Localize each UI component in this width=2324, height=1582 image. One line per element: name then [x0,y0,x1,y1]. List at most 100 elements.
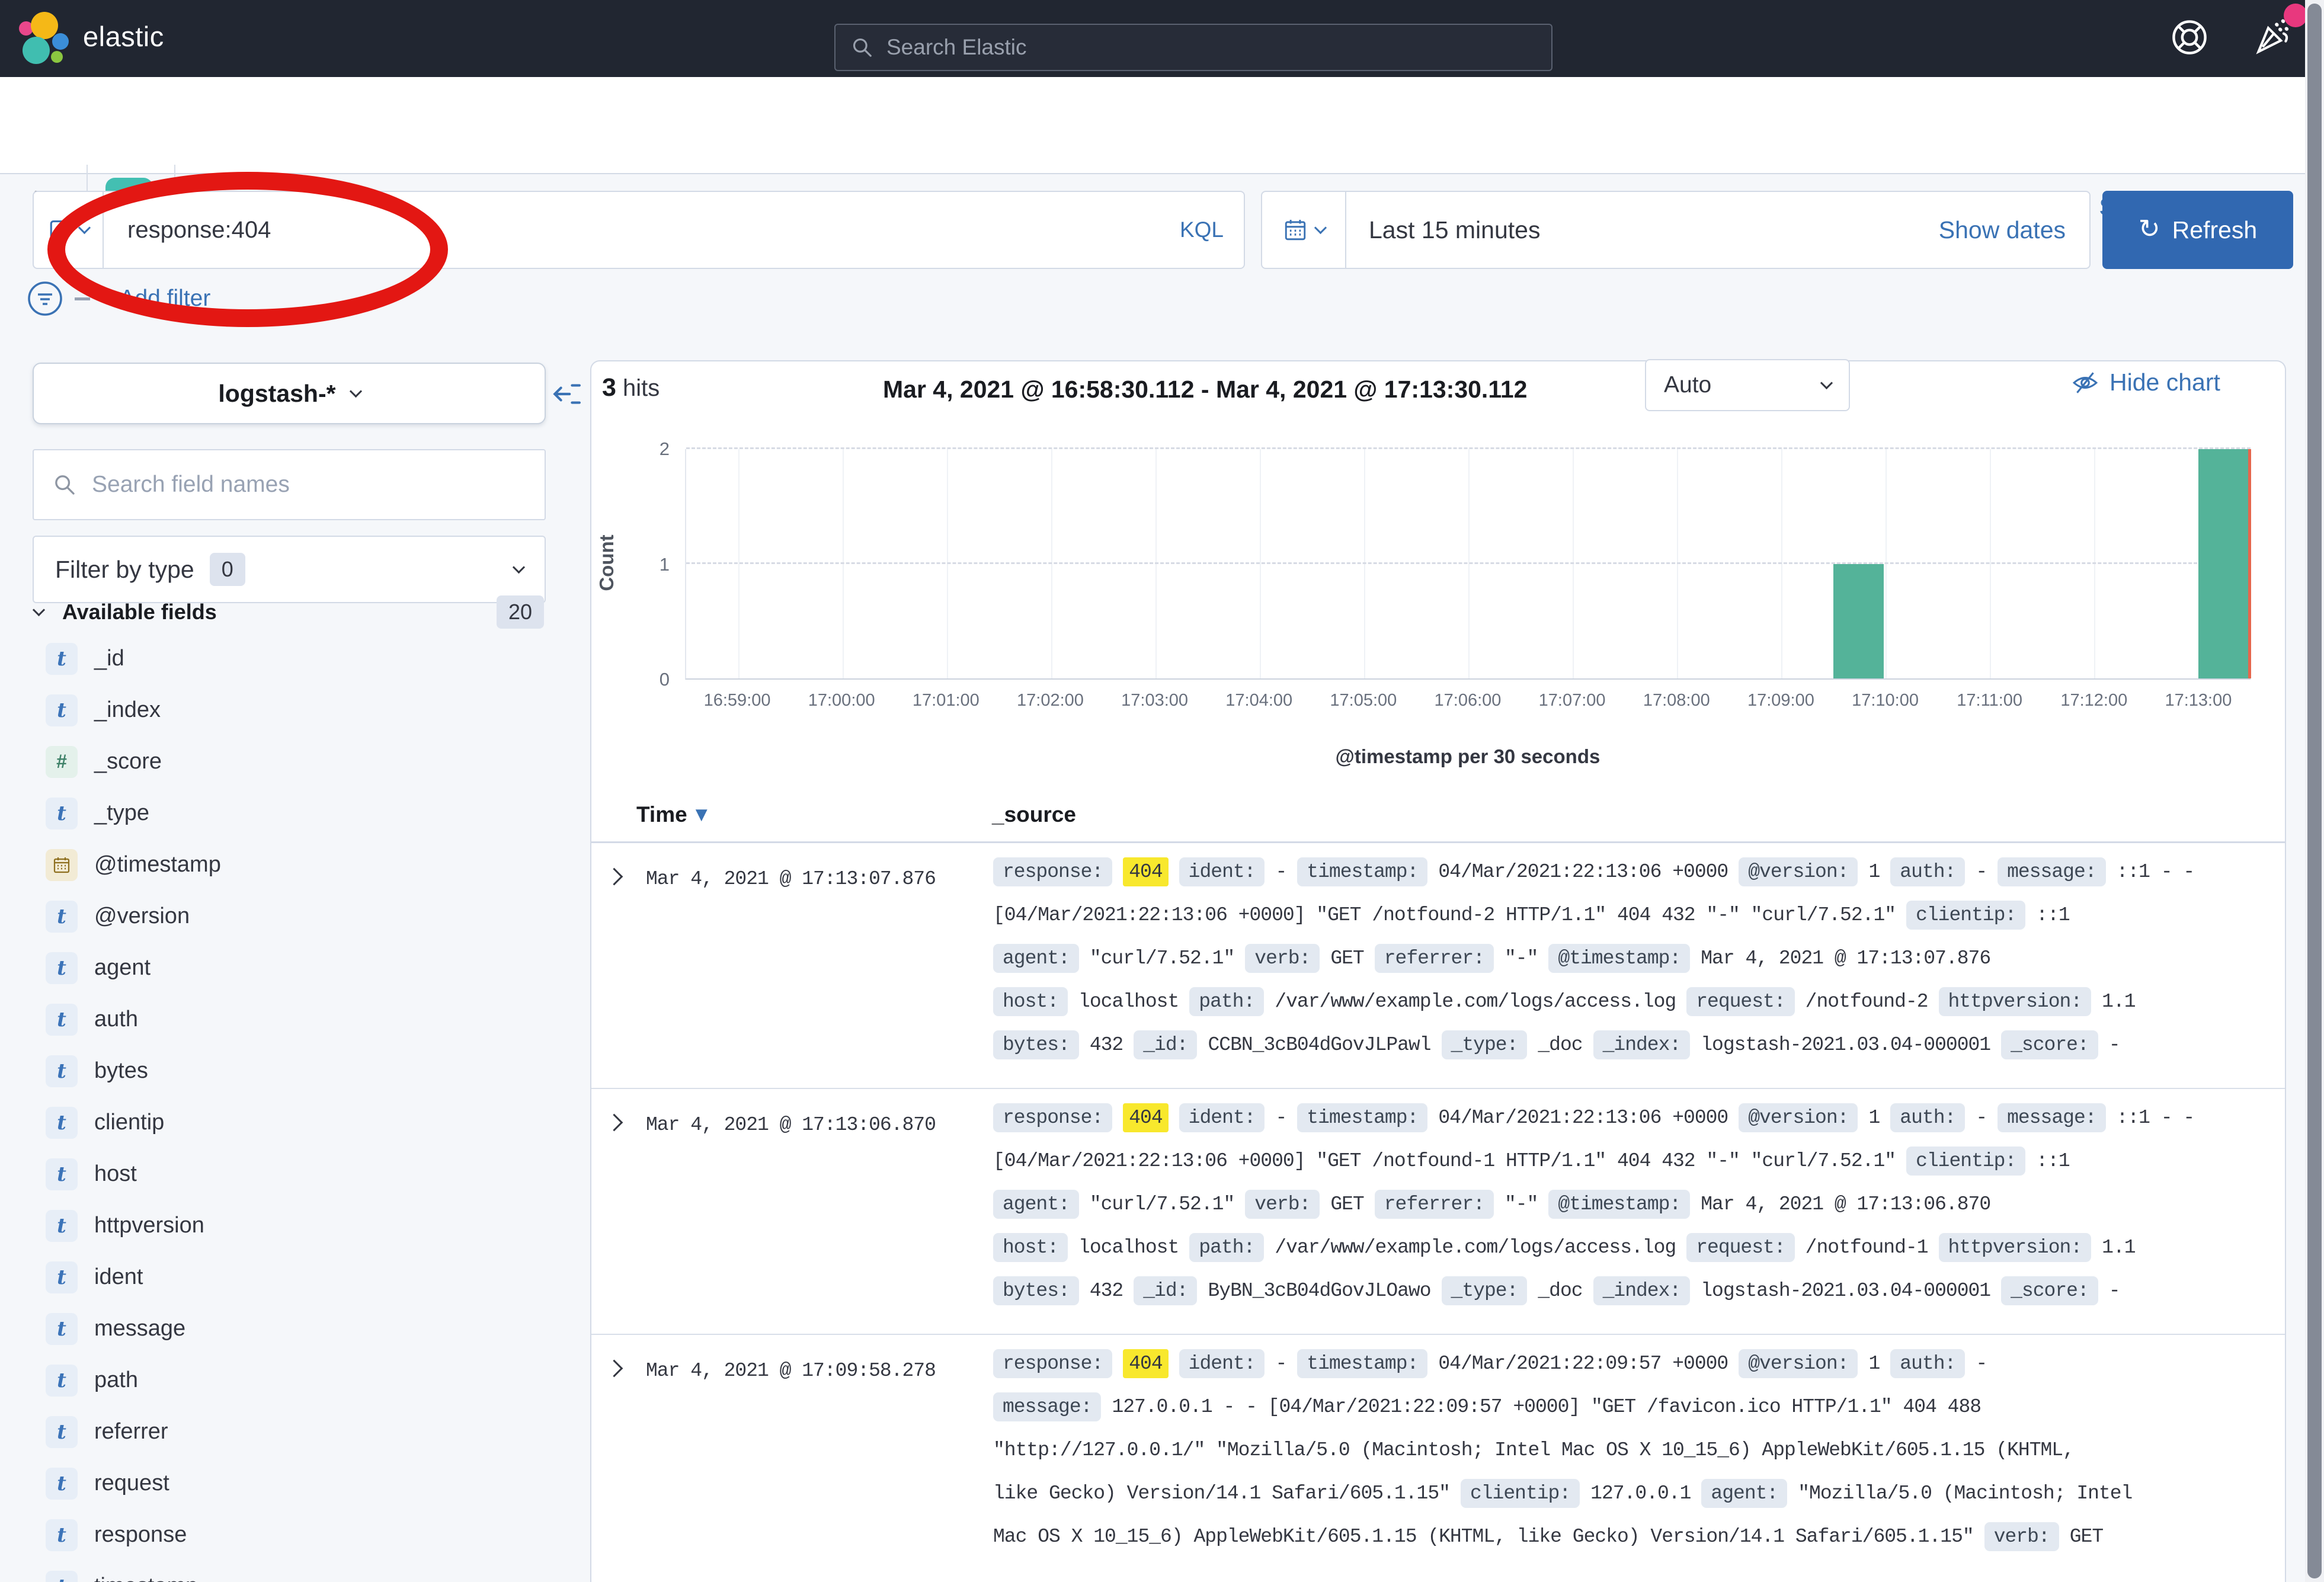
sort-desc-icon[interactable]: ▼ [696,806,708,824]
available-fields-toggle[interactable]: Available fields 20 [34,594,544,630]
field-name: message [94,1316,185,1341]
x-tick-label: 17:04:00 [1225,691,1292,710]
field-search-input[interactable]: Search field names [33,449,546,520]
field-badge: timestamp: [1297,857,1427,886]
field-item-agent[interactable]: tagent [33,942,554,994]
text-type-icon: t [46,694,78,726]
field-badge: verb: [1984,1522,2059,1551]
help-icon[interactable] [2171,19,2208,56]
field-item-response[interactable]: tresponse [33,1509,554,1561]
field-item-@timestamp[interactable]: @timestamp [33,839,554,891]
field-badge: verb: [1245,1190,1320,1219]
expand-doc-icon[interactable] [606,868,623,886]
field-item-referrer[interactable]: treferrer [33,1406,554,1458]
highlighted-value: 404 [1123,857,1168,886]
x-axis-ticks: 16:59:0017:00:0017:01:0017:02:0017:03:00… [685,691,2251,715]
field-badge: verb: [1245,944,1320,973]
field-value: ::1 - - [2117,1107,2195,1129]
filter-by-type-dropdown[interactable]: Filter by type 0 [33,536,546,603]
field-item-_type[interactable]: t_type [33,787,554,839]
field-value: CCBN_3cB04dGovJLPawl [1208,1034,1430,1056]
field-item-_index[interactable]: t_index [33,684,554,736]
x-tick-label: 17:09:00 [1747,691,1814,710]
field-value: 1.1 [2102,1237,2135,1258]
highlighted-value: 404 [1123,1103,1168,1132]
field-item-request[interactable]: trequest [33,1458,554,1509]
field-badge: path: [1189,1233,1264,1262]
field-value: ::1 - - [2117,861,2195,883]
x-tick-label: 17:13:00 [2165,691,2232,710]
field-name: @timestamp [94,852,221,878]
x-tick-label: 17:00:00 [808,691,875,710]
field-item-timestamp[interactable]: ttimestamp [33,1561,554,1582]
field-name: _id [94,646,124,671]
interval-select[interactable]: Auto [1645,359,1850,411]
field-value: [04/Mar/2021:22:13:06 +0000] "GET /notfo… [993,1150,1896,1172]
field-item-ident[interactable]: tident [33,1251,554,1303]
scrollbar-thumb[interactable] [2307,4,2322,1578]
histogram-chart[interactable] [685,449,2251,680]
column-header-source[interactable]: _source [992,802,1076,827]
histogram-bar-17:09:30[interactable] [1833,564,1884,679]
field-item-@version[interactable]: t@version [33,891,554,942]
field-value: - [2109,1034,2120,1056]
field-badge: _index: [1593,1276,1691,1305]
field-item-httpversion[interactable]: thttpversion [33,1200,554,1251]
field-badge: referrer: [1375,944,1494,973]
column-header-time[interactable]: Time ▼ [636,802,708,827]
field-item-_score[interactable]: #_score [33,736,554,787]
chart-title: @timestamp per 30 seconds [685,745,2251,768]
field-value: - [1275,1353,1286,1375]
expand-doc-icon[interactable] [606,1114,623,1132]
field-item-_id[interactable]: t_id [33,633,554,684]
field-item-path[interactable]: tpath [33,1354,554,1406]
field-value: "-" [1504,947,1538,969]
field-badge: auth: [1890,1349,1965,1378]
query-language-button[interactable]: KQL [1180,217,1224,242]
field-item-clientip[interactable]: tclientip [33,1097,554,1148]
hide-chart-button[interactable]: Hide chart [2072,369,2220,396]
chevron-down-icon [513,561,525,573]
expand-doc-icon[interactable] [606,1360,623,1378]
add-filter-button[interactable]: + Add filter [101,286,210,312]
calendar-icon [46,849,78,881]
field-item-auth[interactable]: tauth [33,994,554,1045]
field-badge: @version: [1739,1103,1858,1132]
field-item-message[interactable]: tmessage [33,1303,554,1354]
time-range-value[interactable]: Last 15 minutes [1369,216,1540,244]
search-icon [53,473,76,497]
field-item-bytes[interactable]: tbytes [33,1045,554,1097]
field-value: - [1275,1107,1286,1129]
y-tick-label: 0 [660,669,670,690]
collapse-sidebar-icon[interactable] [551,379,581,409]
gridline [1677,449,1678,678]
show-dates-button[interactable]: Show dates [1939,216,2066,244]
document-row: Mar 4, 2021 @ 17:13:07.876response:404id… [591,843,2285,1089]
text-type-icon: t [46,798,78,830]
field-badge: timestamp: [1297,1103,1427,1132]
field-value: 04/Mar/2021:22:13:06 +0000 [1438,1107,1728,1129]
field-name: agent [94,955,151,981]
document-row: Mar 4, 2021 @ 17:09:58.278response:404id… [591,1335,2285,1581]
field-value: "curl/7.52.1" [1090,947,1234,969]
saved-query-menu-button[interactable] [34,192,104,268]
text-type-icon: t [46,1365,78,1397]
field-value: like Gecko) Version/14.1 Safari/605.1.15… [993,1482,1450,1504]
field-value: /var/www/example.com/logs/access.log [1275,1237,1676,1258]
gridline [2094,449,2095,678]
index-pattern-selector[interactable]: logstash-* [33,363,546,424]
x-tick-label: 17:02:00 [1017,691,1084,710]
refresh-button[interactable]: ↻ Refresh [2102,191,2293,269]
query-input[interactable]: response:404 [127,217,271,244]
filter-set-icon[interactable] [26,280,64,318]
field-item-host[interactable]: thost [33,1148,554,1200]
global-search-input[interactable]: Search Elastic [834,24,1552,71]
text-type-icon: t [46,1004,78,1036]
date-quick-select-button[interactable] [1262,192,1346,268]
field-badge: request: [1686,987,1794,1016]
histogram-bar-17:13:00[interactable] [2198,449,2249,678]
y-axis-ticks: 012 [619,449,670,680]
elastic-logo-icon[interactable] [18,12,71,66]
field-name: path [94,1368,138,1393]
chevron-down-icon [1820,376,1833,389]
